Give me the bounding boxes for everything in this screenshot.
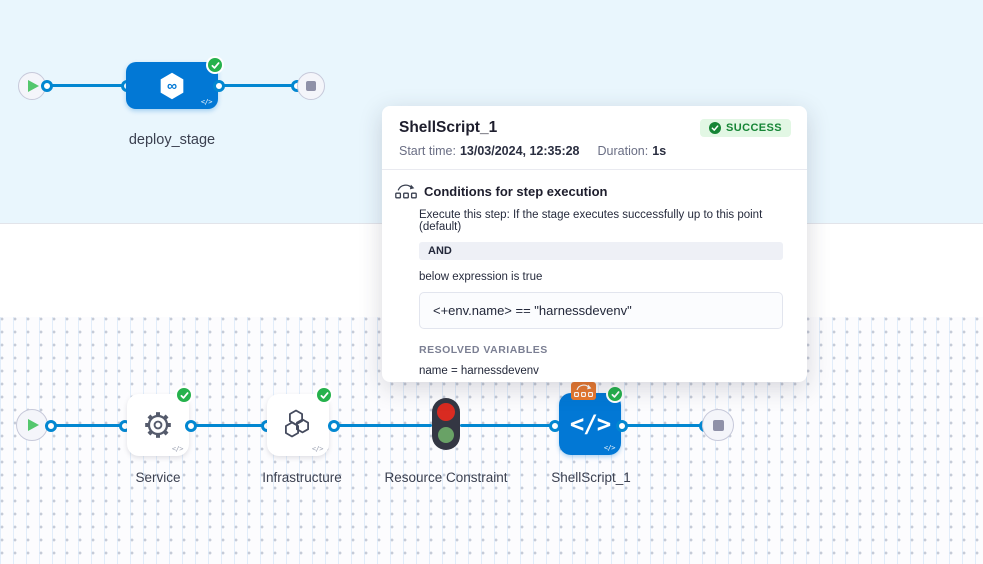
success-check-icon (315, 386, 333, 404)
connector-line (46, 84, 128, 87)
conditional-execution-badge (571, 382, 596, 405)
steps-end-node (702, 409, 734, 441)
play-icon (28, 80, 39, 92)
popover-header: ShellScript_1 SUCCESS Start time: 13/03/… (382, 106, 807, 170)
code-mark-icon: </> (604, 444, 615, 452)
success-check-icon (206, 56, 224, 74)
resolved-variables-heading: RESOLVED VARIABLES (419, 344, 783, 356)
status-badge: SUCCESS (700, 119, 791, 137)
code-mark-icon: </> (172, 445, 183, 453)
connector-line (218, 84, 298, 87)
connector-point (328, 420, 340, 432)
connector-point (45, 420, 57, 432)
step-details-popover: ShellScript_1 SUCCESS Start time: 13/03/… (382, 106, 807, 382)
success-check-icon (606, 385, 624, 403)
step-label-shellscript: ShellScript_1 (529, 468, 653, 489)
condition-execute-line: Execute this step: If the stage executes… (419, 209, 783, 233)
code-mark-icon: </> (312, 445, 323, 453)
stop-icon (306, 81, 316, 91)
step-label-resource-constraint: Resource Constraint (384, 468, 508, 489)
connector-line (191, 424, 267, 427)
step-timing: Start time: 13/03/2024, 12:35:28 Duratio… (399, 144, 791, 158)
success-check-icon (709, 122, 721, 134)
step-label-service: Service (96, 468, 220, 489)
condition-expression-intro: below expression is true (419, 271, 783, 283)
step-label-infrastructure: Infrastructure (240, 468, 364, 489)
deploy-stage-node[interactable]: ∞ </> (126, 62, 218, 109)
cd-hexagon-infinity-icon: ∞ (155, 69, 189, 103)
connector-point (213, 80, 225, 92)
step-title: ShellScript_1 (399, 119, 497, 137)
conditional-execution-icon (395, 183, 417, 200)
connector-point (185, 420, 197, 432)
code-mark-icon: </> (201, 98, 212, 106)
traffic-red-light-icon (437, 403, 455, 421)
svg-text:∞: ∞ (167, 78, 177, 94)
connector-point (616, 420, 628, 432)
gear-icon (139, 406, 177, 444)
hexagons-icon (280, 407, 316, 443)
pipeline-execution-page: ∞ </> deploy_stage deploy_stage Started … (0, 0, 983, 564)
stage-node-label: deploy_stage (110, 129, 234, 151)
steps-start-node (16, 409, 48, 441)
shell-script-icon: </> (570, 410, 610, 438)
stage-end-node (297, 72, 325, 100)
condition-operator-chip: AND (419, 242, 783, 260)
traffic-green-light-icon (438, 427, 454, 443)
conditions-heading: Conditions for step execution (424, 184, 607, 199)
resolved-variable-value: name = harnessdevenv (419, 365, 783, 377)
success-check-icon (175, 386, 193, 404)
connector-line (460, 424, 555, 427)
stop-icon (713, 420, 724, 431)
resource-constraint-step-node[interactable] (432, 398, 460, 450)
connector-line (50, 424, 126, 427)
play-icon (28, 419, 39, 431)
connector-line (622, 424, 705, 427)
connector-line (334, 424, 432, 427)
popover-body: Conditions for step execution Execute th… (382, 170, 807, 377)
condition-expression-box: <+env.name> == "harnessdevenv" (419, 292, 783, 329)
connector-point (41, 80, 53, 92)
